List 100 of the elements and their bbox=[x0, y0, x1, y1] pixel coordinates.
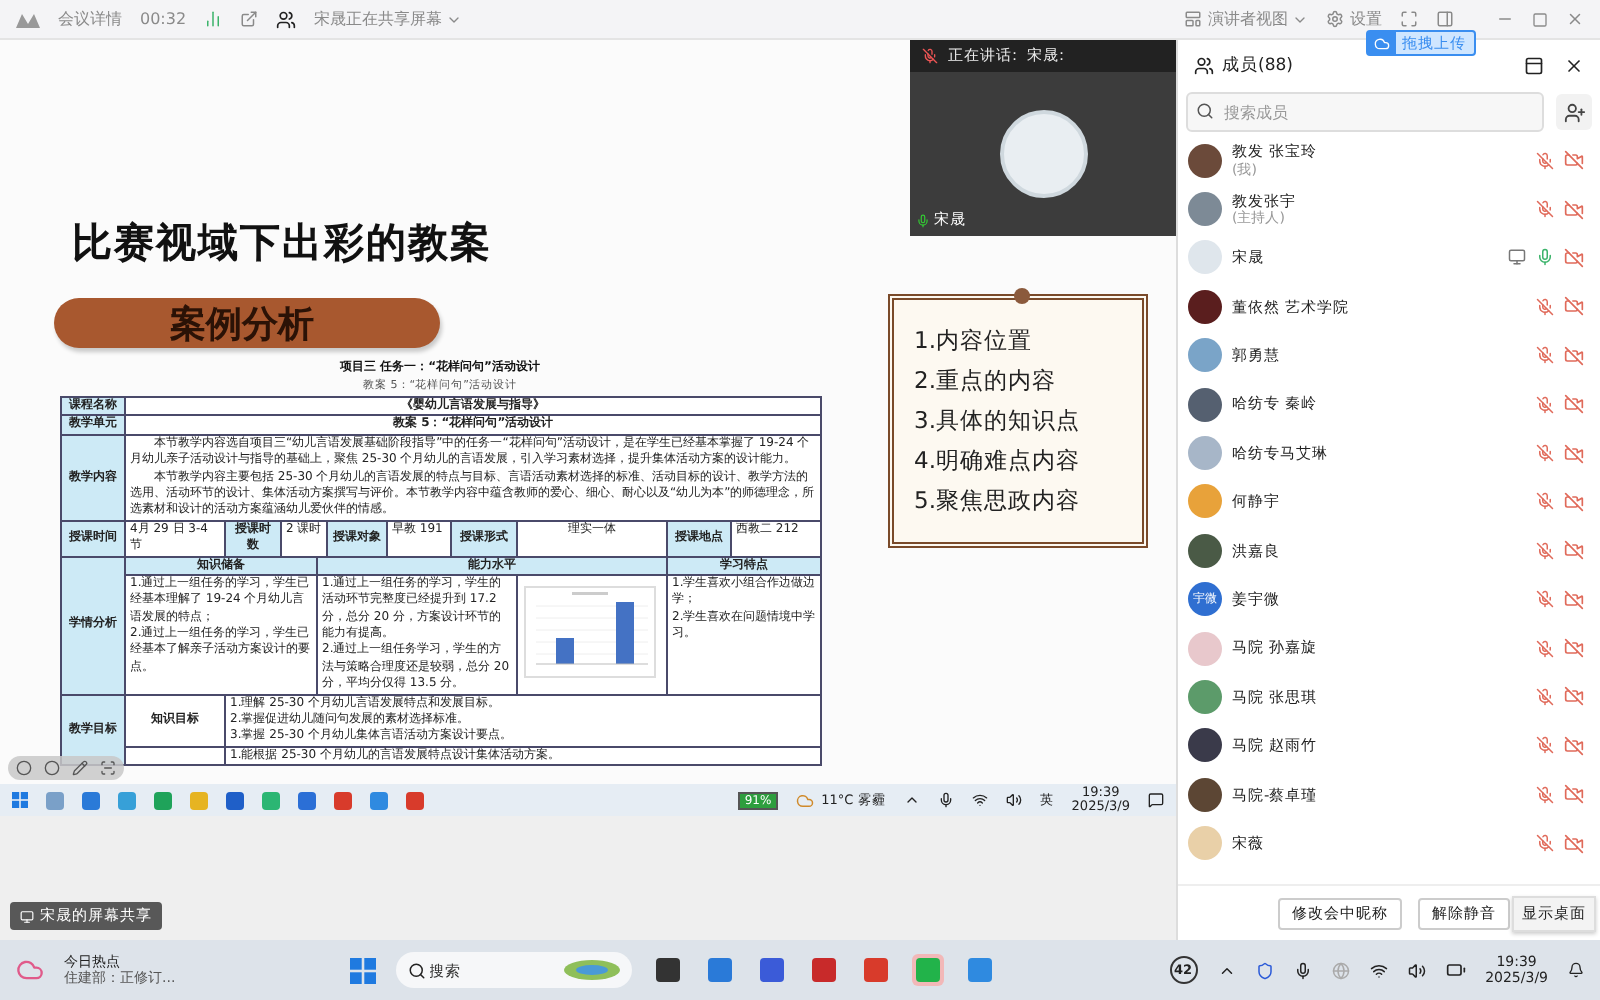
add-user-icon bbox=[1563, 101, 1585, 123]
wifi-icon bbox=[971, 792, 988, 808]
weather-icon bbox=[795, 791, 814, 809]
volume-icon[interactable] bbox=[1407, 961, 1426, 979]
avatar bbox=[1188, 143, 1222, 178]
news-icon[interactable] bbox=[16, 956, 44, 984]
avatar bbox=[1188, 777, 1222, 812]
cloud-icon bbox=[1374, 35, 1390, 51]
avatar bbox=[1188, 728, 1222, 763]
fullscreen-icon[interactable] bbox=[1400, 10, 1418, 28]
screenshot-icon[interactable] bbox=[100, 760, 116, 776]
wifi-icon[interactable] bbox=[1369, 961, 1388, 979]
pencil-icon[interactable] bbox=[72, 760, 88, 776]
muted-mic-icon[interactable] bbox=[1536, 346, 1554, 365]
camera-off-icon[interactable] bbox=[1564, 686, 1584, 707]
note-item: 3.具体的知识点 bbox=[914, 406, 1082, 436]
camera-off-icon[interactable] bbox=[1564, 833, 1584, 854]
microphone-icon[interactable] bbox=[1293, 961, 1312, 979]
avatar bbox=[1188, 484, 1222, 519]
mic-icon[interactable] bbox=[1536, 248, 1554, 267]
invite-button[interactable] bbox=[1556, 94, 1592, 130]
note-item: 4.明确难点内容 bbox=[914, 446, 1082, 476]
muted-mic-icon[interactable] bbox=[1536, 785, 1554, 804]
pin-icon bbox=[1014, 288, 1030, 304]
section-heading: 案例分析 bbox=[54, 298, 440, 348]
microphone-icon[interactable] bbox=[937, 792, 954, 808]
notification-icon[interactable] bbox=[1568, 962, 1585, 978]
avatar bbox=[1188, 631, 1222, 666]
camera-off-icon[interactable] bbox=[1564, 199, 1584, 220]
avatar bbox=[1188, 436, 1222, 471]
camera-off-icon[interactable] bbox=[1564, 394, 1584, 415]
taskbar-app[interactable] bbox=[807, 954, 840, 986]
meeting-timer: 00:32 bbox=[140, 10, 187, 28]
layout-icon bbox=[1184, 10, 1202, 28]
circle-icon[interactable] bbox=[16, 760, 32, 776]
avatar bbox=[1188, 338, 1222, 373]
camera-off-icon[interactable] bbox=[1564, 247, 1584, 268]
microphone-icon bbox=[916, 213, 930, 227]
muted-mic-icon[interactable] bbox=[1536, 541, 1554, 560]
camera-off-icon[interactable] bbox=[1564, 296, 1584, 317]
muted-mic-icon[interactable] bbox=[1536, 639, 1554, 658]
screen-icon bbox=[20, 909, 34, 923]
muted-mic-icon[interactable] bbox=[1536, 834, 1554, 853]
bar-chart-drawing bbox=[524, 585, 656, 678]
notification-icon[interactable] bbox=[1148, 792, 1164, 808]
windows-icon[interactable] bbox=[12, 792, 28, 808]
share-link-icon[interactable] bbox=[240, 10, 259, 28]
avatar bbox=[1188, 387, 1222, 422]
slide-title: 比赛视域下出彩的教案 bbox=[72, 216, 492, 270]
avatar bbox=[999, 110, 1087, 198]
side-panel-icon[interactable] bbox=[1436, 10, 1454, 28]
volume-icon[interactable] bbox=[1005, 792, 1022, 808]
members-icon bbox=[1194, 56, 1214, 76]
camera-off-icon[interactable] bbox=[1564, 784, 1584, 805]
muted-mic-icon[interactable] bbox=[1536, 687, 1554, 706]
search-field[interactable]: 搜索成员 bbox=[1186, 92, 1544, 132]
landscape-icon bbox=[563, 960, 620, 980]
circle-icon[interactable] bbox=[44, 760, 60, 776]
camera-off-icon[interactable] bbox=[1564, 491, 1584, 512]
battery-icon[interactable] bbox=[1445, 960, 1466, 980]
people-icon[interactable] bbox=[276, 9, 297, 29]
restore-icon[interactable] bbox=[1532, 11, 1548, 27]
panel-title: 成员(88) bbox=[1222, 54, 1293, 78]
note-item: 2.重点的内容 bbox=[914, 366, 1058, 396]
shield-icon[interactable] bbox=[1255, 961, 1274, 979]
settings-icon[interactable] bbox=[1326, 10, 1344, 28]
note-item: 1.内容位置 bbox=[914, 326, 1034, 356]
logo-icon bbox=[16, 11, 40, 27]
start-icon[interactable] bbox=[349, 957, 376, 983]
muted-mic-icon[interactable] bbox=[1536, 395, 1554, 414]
muted-mic-icon[interactable] bbox=[1536, 590, 1554, 609]
taskbar-app[interactable] bbox=[755, 954, 788, 986]
avatar bbox=[1188, 240, 1222, 275]
muted-mic-icon[interactable] bbox=[1536, 151, 1554, 170]
close-icon[interactable] bbox=[1564, 56, 1584, 76]
muted-mic-icon[interactable] bbox=[1536, 492, 1554, 511]
caret-icon[interactable] bbox=[903, 792, 920, 808]
microphone-icon bbox=[922, 48, 938, 64]
camera-off-icon[interactable] bbox=[1564, 638, 1584, 659]
avatar bbox=[1188, 679, 1222, 714]
taskbar-app[interactable] bbox=[651, 954, 684, 986]
avatar bbox=[1188, 192, 1222, 227]
muted-mic-icon[interactable] bbox=[1536, 736, 1554, 755]
camera-off-icon[interactable] bbox=[1564, 589, 1584, 610]
note-item: 5.聚焦思政内容 bbox=[914, 486, 1082, 516]
globe-icon[interactable] bbox=[1331, 961, 1350, 979]
muted-mic-icon[interactable] bbox=[1536, 444, 1554, 463]
avatar bbox=[1188, 289, 1222, 324]
pop-out-icon[interactable] bbox=[1524, 56, 1544, 76]
camera-off-icon[interactable] bbox=[1564, 345, 1584, 366]
avatar bbox=[1188, 533, 1222, 568]
camera-off-icon[interactable] bbox=[1564, 150, 1584, 171]
signal-icon bbox=[204, 10, 223, 28]
camera-off-icon[interactable] bbox=[1564, 443, 1584, 464]
muted-mic-icon[interactable] bbox=[1536, 297, 1554, 316]
muted-mic-icon[interactable] bbox=[1536, 200, 1554, 219]
camera-off-icon[interactable] bbox=[1564, 735, 1584, 756]
search-icon bbox=[407, 961, 426, 979]
camera-off-icon[interactable] bbox=[1564, 540, 1584, 561]
search-icon bbox=[1196, 102, 1214, 120]
